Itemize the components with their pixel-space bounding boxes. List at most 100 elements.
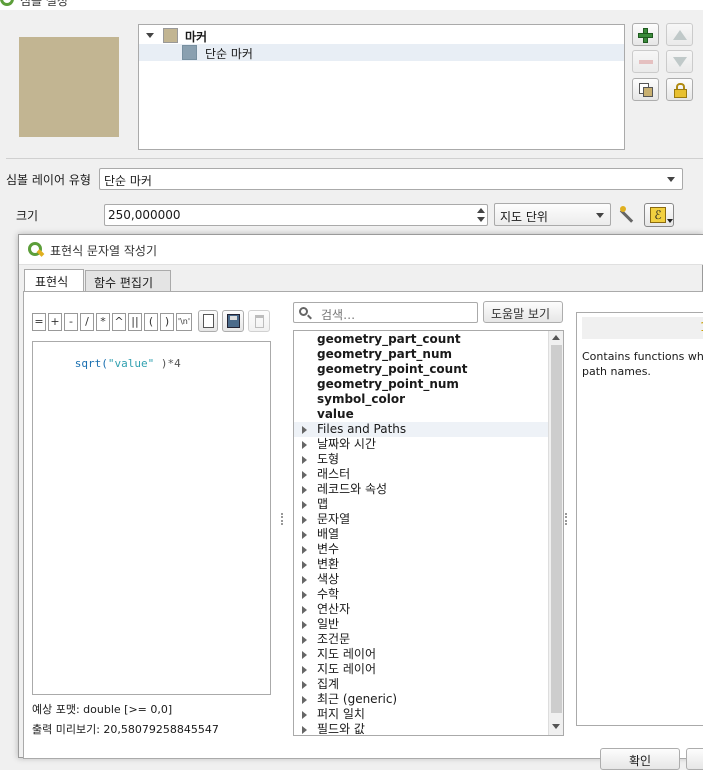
expr-field: "value" [107,357,155,370]
op-multiply-button[interactable]: * [96,313,110,331]
group-row[interactable]: 색상 [294,572,339,587]
move-down-button[interactable] [666,50,693,73]
spin-up-icon[interactable] [477,208,485,213]
group-label: 변환 [317,557,340,571]
dialog-titlebar: 표현식 문자열 작성기 [19,235,703,265]
group-row[interactable]: 변환 [294,557,339,572]
group-row[interactable]: 필드와 값 [294,722,365,735]
group-row[interactable]: 지도 레이어 [294,647,376,662]
size-spinbox[interactable]: 250,000000 [104,204,488,226]
op-close-paren-button[interactable]: ) [160,313,174,331]
output-preview: 출력 미리보기: 20,58079258845547 [32,723,219,736]
output-format: 예상 포맷: double [>= 0,0] [32,703,173,716]
add-layer-button[interactable] [632,23,659,46]
group-row[interactable]: 수학 [294,587,339,602]
group-row[interactable]: 퍼지 일치 [294,707,365,722]
group-row[interactable]: 도형 [294,452,339,467]
collapse-arrow-icon[interactable] [146,33,154,38]
layer-type-value: 단순 마커 [104,174,152,188]
chevron-down-icon [596,213,604,218]
group-row[interactable]: 문자열 [294,512,350,527]
marker-swatch [163,28,178,43]
expand-arrow-icon [302,711,307,719]
group-row[interactable]: 래스터 [294,467,350,482]
field-item[interactable]: symbol_color [294,392,405,407]
group-row[interactable]: 지도 레이어 [294,662,376,677]
save-button[interactable] [222,310,244,332]
function-tree[interactable]: geometry_part_count geometry_part_num ge… [293,330,564,736]
group-label: 최근 (generic) [317,692,398,706]
file-icon [203,314,214,328]
lock-color-button[interactable] [666,78,693,101]
splitter-handle[interactable] [281,513,283,525]
op-open-paren-button[interactable]: ( [144,313,158,331]
group-row[interactable]: 변수 [294,542,339,557]
op-equals-button[interactable]: = [32,313,46,331]
save-icon [227,314,240,328]
ok-button[interactable]: 확인 [600,748,680,770]
tree-row-child[interactable]: 단순 마커 [139,44,624,61]
dialog-title: 표현식 문자열 작성기 [50,244,157,258]
op-newline-button[interactable]: '\n' [176,313,192,331]
lock-icon [674,83,687,98]
group-row[interactable]: Files and Paths [294,422,548,437]
symbol-layer-tree[interactable]: 마커 단순 마커 [138,24,625,150]
tree-row-root[interactable]: 마커 [139,27,624,44]
tab-function-editor[interactable]: 함수 편집기 [85,270,171,291]
expression-epsilon-icon: ℰ [650,207,666,223]
help-header-bar: 1 [582,317,703,339]
expression-editor[interactable]: sqrt("value" )*4 [32,341,271,695]
window-title: 심볼 설정 [20,0,68,8]
field-item[interactable]: geometry_part_num [294,347,452,362]
new-file-button[interactable] [198,310,218,332]
layer-type-select[interactable]: 단순 마커 [99,168,683,190]
scrollbar-thumb[interactable] [551,345,562,713]
move-up-button[interactable] [666,23,693,46]
op-minus-button[interactable]: - [64,313,78,331]
op-power-button[interactable]: ^ [112,313,126,331]
field-item[interactable]: geometry_point_num [294,377,459,392]
plus-icon [638,28,653,43]
splitter-handle[interactable] [565,513,567,525]
group-row[interactable]: 날짜와 시간 [294,437,376,452]
wand-icon[interactable] [617,205,637,225]
tab-function-editor-label: 함수 편집기 [94,276,154,290]
scroll-down-icon[interactable] [552,724,560,729]
cancel-button[interactable] [686,748,703,770]
duplicate-layer-button[interactable] [632,78,659,101]
group-row[interactable]: 레코드와 속성 [294,482,387,497]
ok-label: 확인 [629,754,652,768]
field-item[interactable]: geometry_part_count [294,332,461,347]
tree-root-label: 마커 [185,30,208,44]
group-row[interactable]: 연산자 [294,602,350,617]
op-concat-button[interactable]: || [128,313,142,331]
expand-arrow-icon [302,576,307,584]
function-tree-rows: geometry_part_count geometry_part_num ge… [294,331,548,735]
expand-arrow-icon [302,441,307,449]
size-unit-select[interactable]: 지도 단위 [494,203,611,226]
group-row[interactable]: 배열 [294,527,339,542]
group-row[interactable]: 맵 [294,497,328,512]
group-row[interactable]: 조건문 [294,632,350,647]
show-help-button[interactable]: 도움말 보기 [483,301,563,323]
field-item[interactable]: geometry_point_count [294,362,468,377]
tab-expression[interactable]: 표현식 [24,269,84,291]
delete-button[interactable] [248,310,270,332]
function-search-input[interactable]: 검색… [293,302,478,323]
group-label: 일반 [317,617,340,631]
spin-down-icon[interactable] [477,217,485,222]
data-defined-override-button[interactable]: ℰ [644,203,674,227]
group-row[interactable]: 집계 [294,677,339,692]
field-item[interactable]: value [294,407,354,422]
expand-arrow-icon [302,696,307,704]
expand-arrow-icon [302,426,307,434]
group-label: 집계 [317,677,340,691]
remove-layer-button[interactable] [632,50,659,73]
scroll-up-icon[interactable] [552,335,560,340]
expand-arrow-icon [302,666,307,674]
op-divide-button[interactable]: / [80,313,94,331]
group-row[interactable]: 최근 (generic) [294,692,397,707]
op-plus-button[interactable]: + [48,313,62,331]
vertical-scrollbar[interactable] [548,331,563,735]
group-row[interactable]: 일반 [294,617,339,632]
